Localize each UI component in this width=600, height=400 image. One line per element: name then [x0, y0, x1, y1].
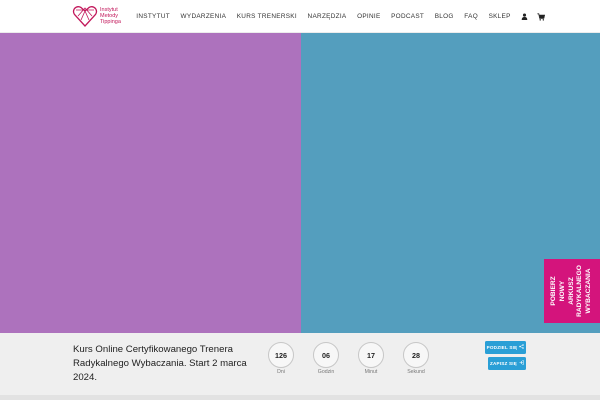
side-tab-line-4: RADYKALNEGO [576, 265, 584, 317]
countdown-seconds: 28 Sekund [403, 342, 429, 375]
signup-button-label: ZAPISZ SIĘ [489, 361, 517, 366]
nav-item-opinie[interactable]: OPINIE [352, 13, 386, 20]
signup-button[interactable]: ZAPISZ SIĘ [488, 357, 526, 370]
share-icon [519, 344, 525, 351]
countdown-days-value: 126 [268, 342, 294, 368]
nav-item-kurs-trenerski[interactable]: KURS TRENERSKI [231, 13, 302, 20]
countdown-seconds-value: 28 [403, 342, 429, 368]
nav-item-blog[interactable]: BLOG [429, 13, 459, 20]
countdown-minutes-label: Minut [364, 369, 378, 375]
side-tab-line-3: ARKUSZ [567, 277, 575, 305]
cart-icon[interactable] [537, 12, 546, 21]
logo-wordmark: Instytut Metody Tippinga [100, 7, 121, 26]
side-tab-line-2: NOWY [558, 280, 566, 302]
hero-panel-left [0, 33, 301, 333]
countdown-days-label: Dni [277, 369, 285, 375]
nav-item-instytut[interactable]: INSTYTUT [131, 13, 175, 20]
countdown-hours-label: Godzin [317, 369, 335, 375]
countdown-hours-value: 06 [313, 342, 339, 368]
sign-in-arrow-icon [519, 360, 524, 367]
countdown-minutes: 17 Minut [358, 342, 384, 375]
course-title: Kurs Online Certyfikowanego Trenera Rady… [73, 344, 247, 384]
site-header: Instytut Metody Tippinga INSTYTUT WYDARZ… [0, 0, 600, 33]
countdown-seconds-label: Sekund [407, 369, 425, 375]
countdown-hours: 06 Godzin [313, 342, 339, 375]
countdown-days: 126 Dni [268, 342, 294, 375]
share-button-label: PODZIEL SIĘ [486, 345, 518, 350]
nav-item-sklep[interactable]: SKLEP [483, 13, 516, 20]
download-worksheet-tab[interactable]: POBIERZ NOWY ARKUSZ RADYKALNEGO WYBACZAN… [544, 259, 600, 323]
user-icon[interactable] [520, 12, 529, 21]
side-tab-line-5: WYBACZANIA [585, 268, 593, 314]
nav-item-narzedzia[interactable]: NARZĘDZIA [302, 13, 352, 20]
main-nav: INSTYTUT WYDARZENIA KURS TRENERSKI NARZĘ… [131, 0, 550, 33]
logo-line-3: Tippinga [100, 19, 121, 26]
nav-item-faq[interactable]: FAQ [459, 13, 483, 20]
nav-item-podcast[interactable]: PODCAST [386, 13, 430, 20]
site-logo[interactable]: Instytut Metody Tippinga [72, 4, 132, 28]
promo-bar-bottom-edge [0, 395, 600, 400]
download-worksheet-label: POBIERZ NOWY ARKUSZ RADYKALNEGO WYBACZAN… [550, 259, 594, 323]
countdown-minutes-value: 17 [358, 342, 384, 368]
side-tab-line-1: POBIERZ [550, 276, 558, 306]
heart-logo-icon [72, 6, 98, 27]
share-button[interactable]: PODZIEL SIĘ [485, 341, 526, 354]
nav-item-wydarzenia[interactable]: WYDARZENIA [175, 13, 231, 20]
